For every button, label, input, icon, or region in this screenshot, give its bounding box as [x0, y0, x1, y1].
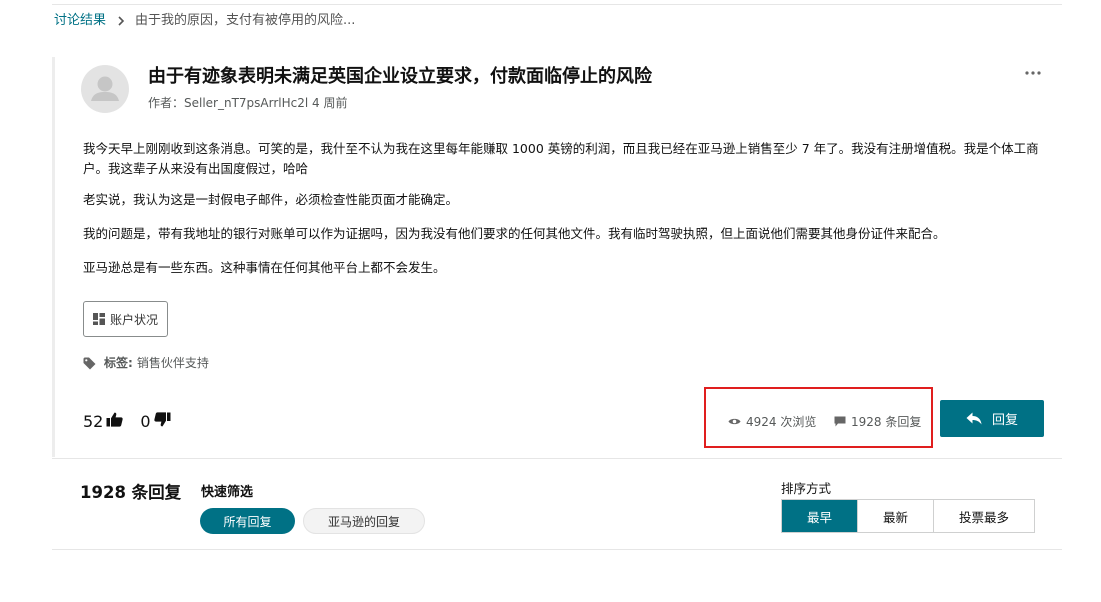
reply-count: 1928 条回复 [834, 413, 921, 430]
post-paragraph: 亚马逊总是有一些东西。这种事情在任何其他平台上都不会发生。 [83, 260, 446, 275]
stats-highlight-box: 4924 次浏览 1928 条回复 [704, 387, 933, 448]
section-divider [52, 458, 1062, 459]
reply-button-label: 回复 [991, 413, 1018, 428]
post-card: 由于有迹象表明未满足英国企业设立要求，付款面临停止的风险 作者：Seller_n… [52, 57, 1062, 457]
tags-label: 标签: [104, 356, 133, 370]
sort-options: 最早 最新 投票最多 [781, 499, 1035, 533]
view-count: 4924 次浏览 [728, 413, 816, 430]
thumbs-up-icon [106, 412, 124, 431]
upvote-button[interactable]: 52 [83, 412, 124, 431]
account-status-label: 账户状况 [110, 312, 159, 327]
chevron-right-icon [115, 15, 127, 27]
view-count-label: 4924 次浏览 [746, 415, 817, 429]
breadcrumb: 讨论结果 由于我的原因，支付有被停用的风险... [54, 12, 355, 30]
sort-newest-button[interactable]: 最新 [857, 500, 933, 532]
reply-button[interactable]: 回复 [940, 400, 1044, 437]
reply-count-label: 1928 条回复 [851, 415, 922, 429]
thumbs-down-icon [153, 412, 171, 431]
post-tags: 标签: 销售伙伴支持 [83, 355, 209, 371]
replies-count-heading: 1928 条回复 [80, 483, 182, 502]
filter-all-replies[interactable]: 所有回复 [200, 508, 295, 534]
tag-link[interactable]: 销售伙伴支持 [137, 355, 209, 371]
upvote-count: 52 [83, 412, 104, 431]
thread-page: 讨论结果 由于我的原因，支付有被停用的风险... 由于有迹象表明未满足英国企业设… [0, 0, 1101, 602]
downvote-count: 0 [140, 412, 151, 431]
sort-label: 排序方式 [781, 481, 832, 496]
eye-icon [728, 417, 741, 426]
more-options-icon[interactable] [1021, 65, 1045, 81]
post-title: 由于有迹象表明未满足英国企业设立要求，付款面临停止的风险 [148, 66, 652, 87]
post-body: 我今天早上刚刚收到这条消息。可笑的是，我什至不认为我在这里每年能赚取 1000 … [83, 139, 1043, 292]
post-paragraph: 老实说，我认为这是一封假电子邮件，必须检查性能页面才能确定。 [83, 192, 459, 207]
vote-controls: 52 0 [83, 412, 171, 431]
reply-arrow-icon [966, 412, 982, 425]
top-divider [52, 4, 1062, 5]
bottom-divider [52, 549, 1062, 550]
sort-oldest-button[interactable]: 最早 [782, 500, 857, 532]
dashboard-icon [93, 313, 105, 325]
filter-amazon-replies[interactable]: 亚马逊的回复 [303, 508, 425, 534]
post-meta: 作者：Seller_nT7psArrlHc2l 4 周前 [148, 96, 348, 110]
quick-filter-label: 快速筛选 [201, 485, 254, 500]
breadcrumb-root-link[interactable]: 讨论结果 [54, 12, 106, 30]
post-paragraph: 我的问题是，带有我地址的银行对账单可以作为证据吗，因为我没有他们要求的任何其他文… [83, 226, 946, 241]
downvote-button[interactable]: 0 [140, 412, 171, 431]
tag-icon [83, 357, 96, 370]
breadcrumb-current: 由于我的原因，支付有被停用的风险... [135, 13, 356, 28]
sort-most-votes-button[interactable]: 投票最多 [933, 500, 1034, 532]
post-paragraph: 我今天早上刚刚收到这条消息。可笑的是，我什至不认为我在这里每年能赚取 1000 … [83, 141, 1039, 176]
comment-icon [834, 416, 846, 427]
account-status-button[interactable]: 账户状况 [83, 301, 169, 337]
avatar[interactable] [81, 65, 129, 113]
